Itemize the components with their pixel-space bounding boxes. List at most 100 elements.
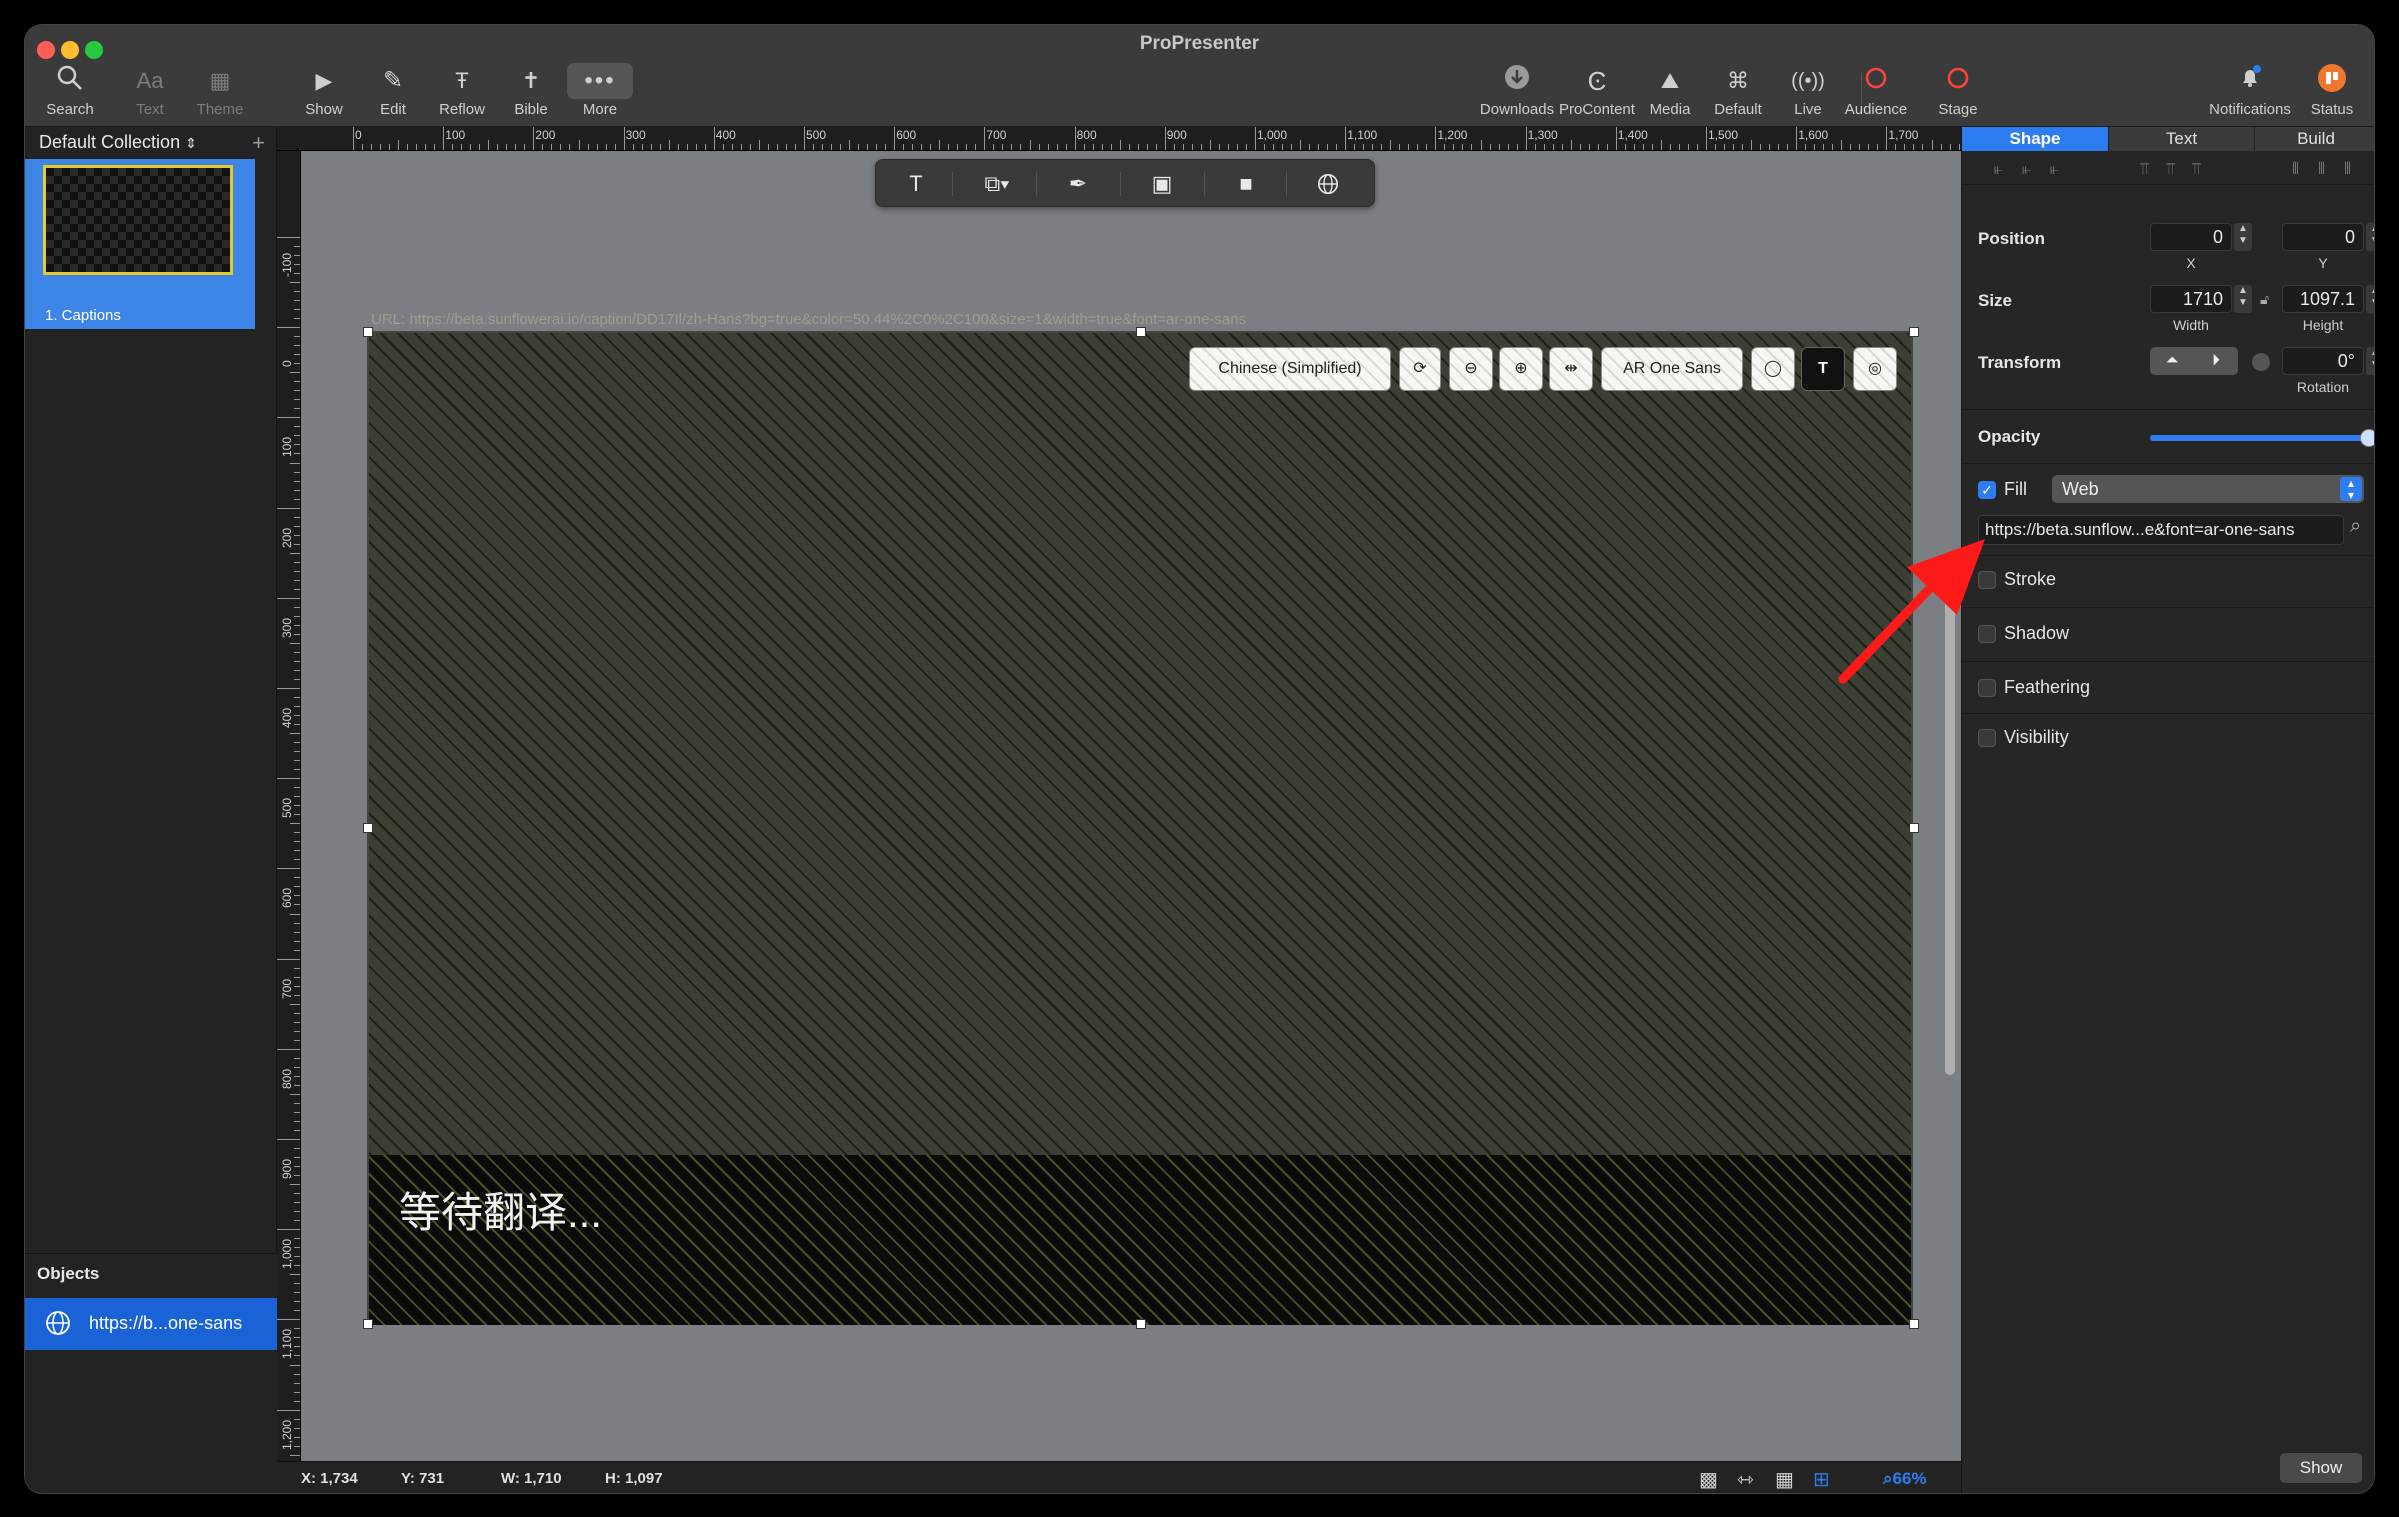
zoom-out-icon[interactable]: ⊖ [1449, 347, 1493, 391]
stage-label: Stage [1938, 101, 1978, 118]
size-height-stepper[interactable]: ▲▼ [2366, 285, 2374, 313]
ruler-tick [277, 1048, 300, 1050]
visibility-checkbox[interactable] [1978, 729, 1996, 747]
search-icon[interactable]: ⌕ [2350, 515, 2361, 538]
resize-handle-bottom-left[interactable] [363, 1319, 373, 1329]
status-button[interactable]: Status [2287, 63, 2374, 118]
ruler-tick [1327, 144, 1329, 150]
size-height-field[interactable]: 1097.1 [2282, 285, 2364, 313]
ruler-tick [1922, 144, 1924, 150]
ruler-tick [749, 144, 751, 150]
slide-thumbnail-card[interactable]: 1. Captions [25, 159, 255, 329]
resize-handle-right[interactable] [1909, 823, 1919, 833]
tab-shape[interactable]: Shape [1962, 127, 2108, 151]
ruler-tick [1787, 144, 1789, 150]
ruler-tick [294, 408, 300, 410]
fill-url-field[interactable]: https://beta.sunflow...e&font=ar-one-san… [1978, 515, 2344, 545]
video-tool-icon[interactable]: ■ [1220, 166, 1272, 202]
collection-selector[interactable]: Default Collection ⇕ + [25, 127, 277, 159]
shape-tool-icon[interactable]: ⧉▾ [966, 166, 1028, 202]
align-bottom-icon[interactable]: ⫪ [2192, 161, 2201, 179]
shadow-checkbox[interactable] [1978, 625, 1996, 643]
position-x-stepper[interactable]: ▲ ▼ [2234, 223, 2252, 251]
distribute-center-icon[interactable]: ⦀ [2318, 161, 2325, 179]
fit-width-icon[interactable]: ⇿ [1737, 1467, 1754, 1492]
font-selector[interactable]: AR One Sans [1601, 347, 1743, 391]
lock-aspect-icon[interactable]: 🔓︎ [2260, 291, 2269, 308]
rotation-dial-icon[interactable] [2252, 353, 2270, 371]
fill-type-select[interactable]: Web ▴ ▾ [2052, 475, 2364, 503]
web-tool-icon[interactable] [1302, 166, 1354, 202]
audience-button[interactable]: Audience [1831, 63, 1921, 118]
position-x-field[interactable]: 0 [2150, 223, 2232, 251]
position-y-field[interactable]: 0 [2282, 223, 2364, 251]
image-tool-icon[interactable]: ▣ [1136, 166, 1188, 202]
text-tool-icon[interactable]: T [890, 166, 942, 202]
ruler-number: 100 [280, 437, 294, 458]
width-toggle-icon[interactable]: ⇹ [1549, 347, 1593, 391]
vertical-scrollbar[interactable] [1945, 595, 1955, 1075]
resize-handle-bottom[interactable] [1136, 1319, 1146, 1329]
distribute-horizontal-icon[interactable]: ⦀ [2292, 161, 2299, 179]
search-button[interactable]: Search [25, 63, 115, 118]
distribute-vertical-icon[interactable]: ⦀ [2344, 161, 2351, 179]
size-width-stepper[interactable]: ▲ ▼ [2234, 285, 2252, 313]
resize-handle-top[interactable] [1136, 327, 1146, 337]
ruler-number: 100 [445, 128, 466, 142]
slide-canvas[interactable]: T ⧉▾ ✒ ▣ ■ URL: https://beta.sunflowerai… [301, 151, 1961, 1487]
ruler-tick [294, 1039, 300, 1041]
more-button[interactable]: ••• More [555, 63, 645, 118]
ruler-tick [294, 1084, 300, 1086]
align-top-icon[interactable]: ⫪ [2140, 161, 2149, 179]
more-icon: ••• [567, 63, 633, 99]
show-button[interactable]: Show [2280, 1453, 2362, 1483]
zoom-in-icon[interactable]: ⊕ [1499, 347, 1543, 391]
ruler-tick [1669, 144, 1671, 150]
size-width-field[interactable]: 1710 [2150, 285, 2232, 313]
toolbar: ProPresenter Search Aa Text ▦ Theme ▶ Sh… [25, 25, 2374, 127]
object-list-item[interactable]: https://b...one-sans [25, 1298, 277, 1350]
ruler-tick [294, 1436, 300, 1438]
feathering-checkbox[interactable] [1978, 679, 1996, 697]
resize-handle-top-left[interactable] [363, 327, 373, 337]
stage-button[interactable]: Stage [1913, 63, 2003, 118]
stroke-checkbox[interactable] [1978, 571, 1996, 589]
add-slide-icon[interactable]: + [252, 130, 265, 156]
pen-tool-icon[interactable]: ✒ [1052, 166, 1104, 202]
rotation-field[interactable]: 0° [2282, 347, 2364, 375]
fill-checkbox[interactable]: ✓ [1978, 481, 1996, 499]
tab-text[interactable]: Text [2108, 127, 2254, 151]
opacity-slider-knob[interactable] [2360, 429, 2374, 447]
rotation-stepper[interactable]: ▲▼ [2366, 347, 2374, 375]
align-center-icon[interactable]: ⫦ [2022, 161, 2031, 179]
align-middle-icon[interactable]: ⫪ [2166, 161, 2175, 179]
zoom-level[interactable]: ⌕66% [1883, 1469, 1927, 1489]
snap-icon[interactable]: ⊞ [1813, 1467, 1830, 1492]
flip-vertical-icon[interactable]: ⏶ [2150, 347, 2194, 375]
ruler-number: 1,600 [1798, 128, 1829, 142]
resize-handle-top-right[interactable] [1909, 327, 1919, 337]
hide-icon[interactable]: ◎ [1853, 347, 1897, 391]
language-selector[interactable]: Chinese (Simplified) [1189, 347, 1391, 391]
flip-horizontal-icon[interactable]: ⏵ [2194, 347, 2238, 375]
downloads-button[interactable]: Downloads [1472, 63, 1562, 118]
resize-handle-bottom-right[interactable] [1909, 1319, 1919, 1329]
opacity-slider-track[interactable] [2150, 435, 2364, 441]
ruler-number: 1,300 [1527, 128, 1558, 142]
tab-build[interactable]: Build [2254, 127, 2374, 151]
resize-handle-left[interactable] [363, 823, 373, 833]
ruler-tick [1913, 144, 1915, 150]
app-window: ProPresenter Search Aa Text ▦ Theme ▶ Sh… [24, 24, 2375, 1494]
align-left-icon[interactable]: ⫦ [1994, 161, 2003, 179]
grid-icon[interactable]: ▦ [1775, 1467, 1794, 1492]
align-right-icon[interactable]: ⫦ [2050, 161, 2059, 179]
theme-button[interactable]: ▦ Theme [175, 63, 265, 118]
text-background-icon[interactable]: T [1801, 347, 1845, 391]
refresh-icon[interactable]: ⟳ [1399, 347, 1441, 391]
position-y-stepper[interactable]: ▲▼ [2366, 223, 2374, 251]
color-circle-icon[interactable]: ◯ [1751, 347, 1795, 391]
ruler-tick [294, 1382, 300, 1384]
slide-frame[interactable]: Chinese (Simplified) ⟳ ⊖ ⊕ ⇹ AR One Sans… [363, 327, 1919, 1329]
checkerboard-icon[interactable]: ▩ [1699, 1467, 1718, 1492]
ruler-tick [1110, 144, 1112, 150]
